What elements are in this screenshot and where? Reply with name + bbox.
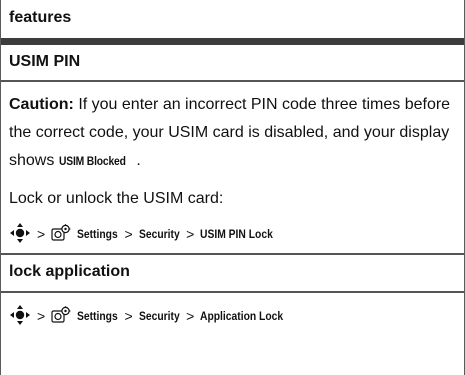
lock-title-divider (1, 291, 464, 293)
usim-pin-title: USIM PIN (9, 53, 81, 70)
lock-application-title: lock application (9, 263, 130, 280)
caution-end: . (136, 152, 141, 169)
usim-title-divider (1, 80, 464, 82)
path-item-usim-pin-lock: USIM PIN Lock (200, 227, 274, 241)
settings-icon (51, 223, 71, 245)
nav-key-icon (9, 304, 31, 329)
path-separator: > (37, 308, 46, 324)
usim-blocked-term: USIM Blocked (58, 154, 126, 168)
path-separator: > (186, 226, 195, 242)
caution-paragraph: Caution: If you enter an incorrect PIN c… (9, 91, 461, 175)
path-item-security: Security (138, 309, 180, 323)
caution-label: Caution: (9, 96, 74, 113)
usim-instruction: Lock or unlock the USIM card: (9, 190, 224, 207)
section-header: features (9, 9, 72, 26)
path-separator: > (124, 226, 133, 242)
path-separator: > (124, 308, 133, 324)
header-divider (1, 38, 464, 45)
usim-menu-path: > Settings > Security > USIM PIN Lock (9, 222, 279, 247)
path-item-settings: Settings (77, 227, 118, 241)
path-item-security: Security (138, 227, 180, 241)
path-separator: > (37, 226, 46, 242)
section-divider (1, 253, 464, 255)
feature-table: features USIM PIN Caution: If you enter … (0, 0, 465, 375)
path-separator: > (186, 308, 195, 324)
lock-app-menu-path: > Settings > Security > Application Lock (9, 304, 291, 329)
path-item-settings: Settings (77, 309, 118, 323)
settings-icon (51, 305, 71, 327)
nav-key-icon (9, 222, 31, 247)
path-item-application-lock: Application Lock (200, 309, 284, 323)
